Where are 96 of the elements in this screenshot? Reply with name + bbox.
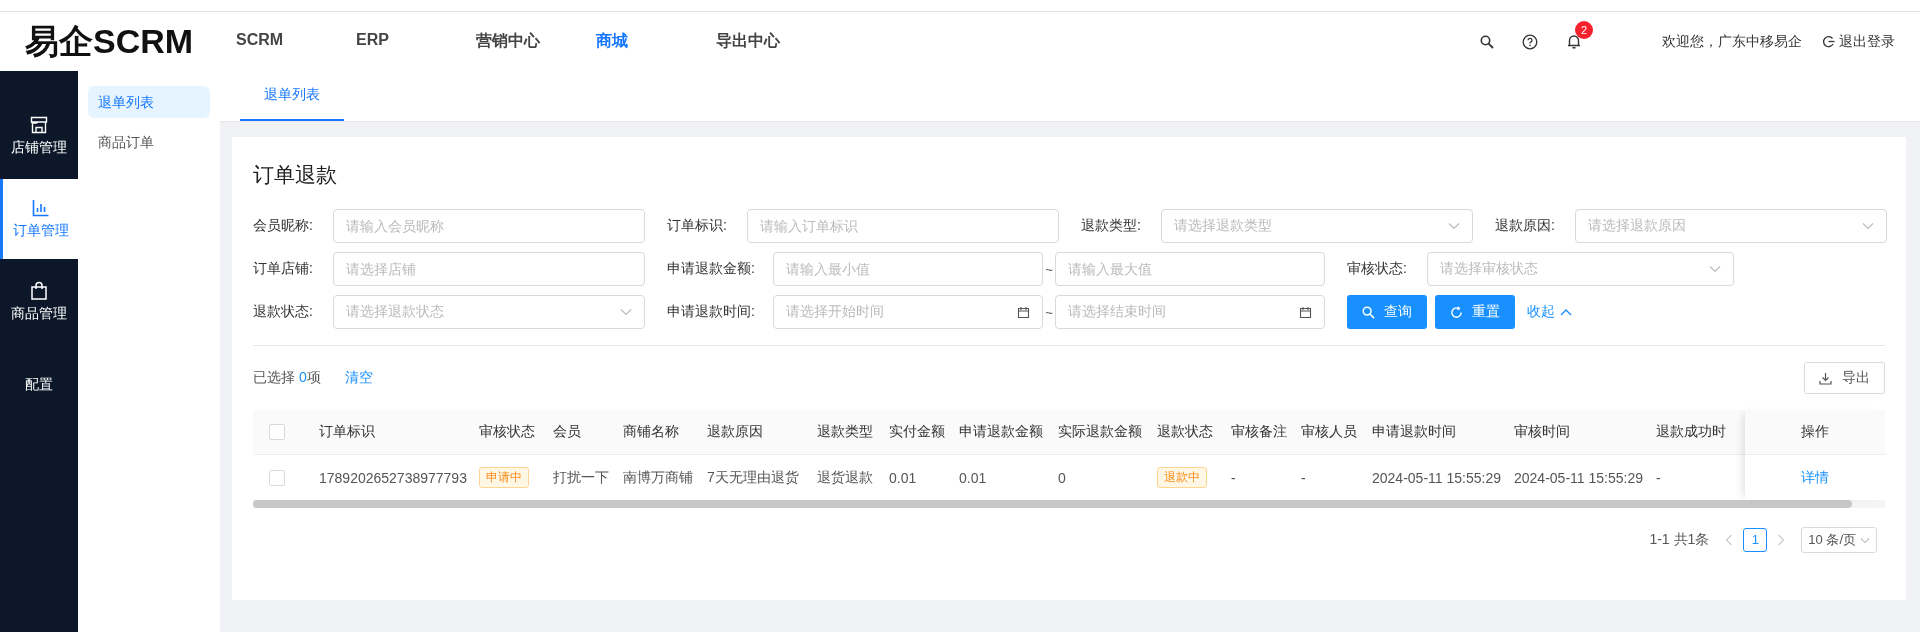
table-cell: 2024-05-11 15:55:29 (1514, 469, 1643, 486)
clear-link[interactable]: 清空 (344, 369, 373, 387)
status-tag: 退款中 (1157, 467, 1207, 488)
table-cell: 1789202652738977793 (319, 469, 467, 486)
checkbox[interactable] (269, 424, 285, 440)
column-header: 订单标识 (318, 422, 376, 441)
column-header: 会员 (552, 422, 582, 441)
bell-icon[interactable] (1566, 33, 1582, 50)
table-cell: - (1656, 469, 1661, 486)
chevron-up-icon (1560, 308, 1572, 316)
input-field[interactable]: 请输入最小值 (773, 252, 1043, 286)
total-count: 1-1 共1条 (1649, 531, 1710, 549)
logout-icon (1822, 35, 1835, 48)
column-header: 审核人员 (1300, 422, 1358, 441)
selection-count: 已选择 0项 (253, 369, 321, 387)
column-header: 申请退款金额 (958, 422, 1044, 441)
sidebar-item[interactable]: 配置 (0, 345, 78, 425)
table-cell: 退货退款 (817, 468, 873, 487)
table-cell: 0.01 (959, 469, 987, 486)
field-label: 申请退款金额: (667, 260, 756, 278)
field-label: 申请退款时间: (667, 303, 756, 321)
bar-chart-icon (30, 198, 51, 218)
search-icon[interactable] (1480, 34, 1494, 49)
column-header: 退款类型 (816, 422, 874, 441)
previous-page-icon[interactable] (1725, 534, 1734, 546)
column-header: 实际退款金额 (1057, 422, 1143, 441)
column-header: 审核状态 (478, 422, 536, 441)
sidebar-item[interactable]: 店铺管理 (0, 96, 78, 176)
reset-button[interactable]: 重置 (1435, 295, 1515, 329)
column-header: 操作 (1745, 410, 1885, 455)
field-label: 退款状态: (253, 303, 314, 321)
details-link[interactable]: 详情 (1801, 468, 1829, 487)
calendar-icon (1017, 305, 1030, 319)
subnav-item[interactable]: 商品订单 (88, 126, 210, 158)
nav-link[interactable]: 导出中心 (716, 31, 836, 52)
range-separator: ~ (1044, 304, 1054, 320)
nav-link[interactable]: ERP (356, 31, 476, 52)
next-page-icon[interactable] (1777, 534, 1786, 546)
chevron-down-icon (1862, 222, 1874, 230)
input-field[interactable]: 请输入订单标识 (747, 209, 1059, 243)
checkbox[interactable] (269, 469, 285, 486)
table-cell: - (1301, 469, 1306, 486)
table-cell: - (1231, 469, 1236, 486)
shopping-bag-icon (29, 281, 49, 301)
field-label: 会员昵称: (253, 217, 314, 235)
search-icon (1362, 305, 1375, 319)
nav-link[interactable]: 营销中心 (476, 31, 596, 52)
nav-link[interactable]: SCRM (236, 31, 356, 52)
table-cell: 南博万商铺 (623, 468, 693, 487)
column-header: 审核时间 (1513, 422, 1571, 441)
search-button[interactable]: 查询 (1347, 295, 1427, 329)
sidebar-item[interactable]: 商品管理 (0, 262, 78, 342)
scrollbar[interactable] (253, 500, 1885, 508)
sidebar-item[interactable]: 订单管理 (0, 179, 78, 259)
notification-badge: 2 (1575, 21, 1593, 39)
column-header: 实付金额 (888, 422, 946, 441)
status-tag: 申请中 (479, 467, 529, 488)
table-cell: 2024-05-11 15:55:29 (1372, 469, 1501, 486)
chevron-down-icon (1448, 222, 1460, 230)
table-cell: 打扰一下 (553, 468, 609, 487)
column-header: 退款原因 (706, 422, 764, 441)
column-header: 申请退款时间 (1371, 422, 1457, 441)
field-label: 退款原因: (1495, 217, 1556, 235)
table-cell: 0 (1058, 469, 1066, 486)
refresh-icon (1450, 305, 1463, 319)
table-cell: 0.01 (889, 469, 917, 486)
calendar-icon (1299, 305, 1312, 319)
logout-link[interactable]: 退出登录 (1822, 32, 1895, 51)
field-label: 审核状态: (1347, 260, 1408, 278)
chevron-down-icon (620, 308, 632, 316)
input-field[interactable]: 请输入最大值 (1055, 252, 1325, 286)
input-field[interactable]: 请输入会员昵称 (333, 209, 645, 243)
table-cell: 7天无理由退货 (707, 468, 799, 487)
page-title: 订单退款 (253, 162, 338, 188)
chevron-down-icon (1709, 265, 1721, 273)
page-button[interactable]: 1 (1743, 528, 1768, 552)
input-field[interactable]: 请选择店铺 (333, 252, 645, 286)
export-button[interactable]: 导出 (1804, 362, 1885, 394)
collapse-link[interactable]: 收起 (1527, 303, 1572, 321)
logo: 易企SCRM (24, 20, 195, 62)
page-size-select[interactable]: 10 条/页 (1801, 527, 1877, 553)
chevron-down-icon (1860, 536, 1870, 544)
column-header: 退款成功时 (1655, 422, 1727, 441)
column-header: 退款状态 (1156, 422, 1214, 441)
field-label: 订单店铺: (253, 260, 314, 278)
subnav-item[interactable]: 退单列表 (88, 86, 210, 118)
field-label: 退款类型: (1081, 217, 1142, 235)
nav-link[interactable]: 商城 (596, 31, 716, 52)
column-header: 商铺名称 (622, 422, 680, 441)
download-icon (1819, 371, 1832, 385)
welcome-text: 欢迎您，广东中移易企 (1662, 32, 1802, 51)
field-label: 订单标识: (667, 217, 728, 235)
store-icon (29, 115, 49, 135)
help-icon[interactable] (1522, 33, 1538, 50)
range-separator: ~ (1044, 261, 1054, 277)
column-header: 审核备注 (1230, 422, 1288, 441)
